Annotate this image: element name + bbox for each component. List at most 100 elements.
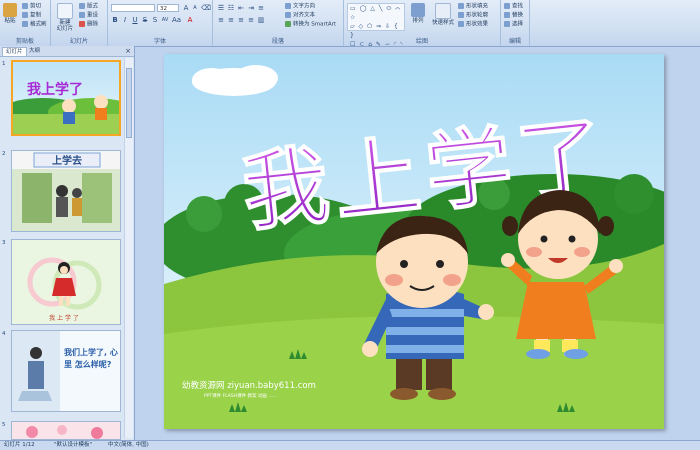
slide-thumbnail-2[interactable]: 上学去 [11,150,121,232]
panel-tabs: 幻灯片 大纲 × [0,46,134,57]
clear-format-icon[interactable]: ⌫ [201,4,211,12]
close-panel-icon[interactable]: × [125,47,131,55]
thumb5-art [12,422,120,439]
thumb4-art: 我们上学了, 心里 怎么样呢? [12,331,120,411]
italic-icon[interactable]: I [121,16,129,24]
replace-icon [504,12,510,18]
watermark-sub: PPT课件 FLASH课件 教案 动画 ...... [204,392,277,399]
bullets-icon[interactable]: ☰ [217,4,225,12]
align-center-icon[interactable]: ≡ [227,16,235,24]
delete-icon [79,21,85,27]
new-slide-icon [57,3,73,19]
grow-font-icon[interactable]: A [182,4,190,12]
line-spacing-icon[interactable]: ≡ [257,4,265,12]
paste-icon [3,3,17,17]
effects-icon [458,21,464,27]
underline-icon[interactable]: U [131,16,139,24]
clipboard-group: 粘贴 剪切 复制 格式刷 剪贴板 [0,0,51,46]
thumb1-title: 我上学了 [27,81,83,98]
new-slide-button[interactable]: 新建 幻灯片 [55,3,75,32]
text-direction-button[interactable]: 文字方向 [285,3,315,11]
increase-indent-icon[interactable]: ⇥ [247,4,255,12]
scissors-icon [22,3,28,9]
quick-styles-button[interactable]: 快速样式 [430,3,456,26]
font-color-icon[interactable]: A [186,16,194,24]
copy-button[interactable]: 复制 [22,12,41,20]
shadow-icon[interactable]: S [151,16,159,24]
find-button[interactable]: 查找 [504,3,523,11]
arrange-icon [411,3,425,17]
slides-panel: 幻灯片 大纲 × 1 我上学了 2 上学去 3 我 上 学 了 4 我们上学了,… [0,46,135,440]
editing-group: 查找 替换 选择 编辑 [501,0,530,46]
slide-artwork: 我上学了 幼教资源网 ziyuan.baby611.com PPT课件 FLAS… [164,54,664,429]
align-right-icon[interactable]: ≡ [237,16,245,24]
thumb-number: 4 [2,331,6,337]
cut-button[interactable]: 剪切 [22,3,41,11]
replace-button[interactable]: 替换 [504,12,523,20]
decrease-indent-icon[interactable]: ⇤ [237,4,245,12]
search-icon [504,3,510,9]
cloud [192,65,278,96]
change-case-icon[interactable]: Aa [172,16,181,24]
thumb2-title: 上学去 [52,154,82,167]
shape-effects-button[interactable]: 形状效果 [458,21,488,29]
numbering-icon[interactable]: ☷ [227,4,235,12]
spacing-icon[interactable]: AV [161,16,169,24]
slide-thumbnail-4[interactable]: 我们上学了, 心里 怎么样呢? [11,330,121,412]
align-text-icon [285,12,291,18]
slide-thumbnail-3[interactable]: 我 上 学 了 [11,239,121,325]
ribbon: 粘贴 剪切 复制 格式刷 剪贴板 新建 幻灯片 版式 重设 删除 幻灯片 32 … [0,0,700,48]
drawing-group: ▭ ◯ △ ╲ ⬭ ⌒ ☆ ▱ ◇ ⬠ ⇒ ⇩ { } ☐ ⊂ ⌂ ✎ ∽ ◜ ◝ … [344,0,501,48]
font-group: 32 A A ⌫ B I U S S AV Aa A 字体 [108,0,213,46]
thumb3-art: 我 上 学 了 [12,240,120,324]
paste-button[interactable]: 粘贴 [2,3,18,24]
shapes-gallery[interactable]: ▭ ◯ △ ╲ ⬭ ⌒ ☆ ▱ ◇ ⬠ ⇒ ⇩ { } ☐ ⊂ ⌂ ✎ ∽ ◜ ◝ [347,3,405,48]
drawing-label: 绘图 [415,38,428,45]
align-left-icon[interactable]: ≡ [217,16,225,24]
strikethrough-icon[interactable]: S [141,16,149,24]
panel-scrollbar[interactable] [124,58,133,438]
tab-slides[interactable]: 幻灯片 [2,47,27,56]
text-direction-icon [285,3,291,9]
thumb2-art: 上学去 [12,151,120,231]
font-size-field[interactable]: 32 [157,4,179,12]
select-button[interactable]: 选择 [504,21,523,29]
scrollbar-thumb[interactable] [126,68,132,138]
align-text-button[interactable]: 对齐文本 [285,12,315,20]
slides-label: 幻灯片 [69,38,88,45]
reset-icon [79,12,85,18]
layout-icon [79,3,85,9]
slide-canvas[interactable]: 我上学了 幼教资源网 ziyuan.baby611.com PPT课件 FLAS… [164,54,664,429]
smartart-icon [285,21,291,27]
watermark-main: 幼教资源网 ziyuan.baby611.com [182,380,316,391]
outline-icon [458,12,464,18]
cursor-icon [504,21,510,27]
brush-icon [22,21,28,27]
font-label: 字体 [153,38,166,45]
fill-icon [458,3,464,9]
shape-outline-button[interactable]: 形状轮廓 [458,12,488,20]
bold-icon[interactable]: B [111,16,119,24]
delete-button[interactable]: 删除 [79,21,98,29]
thumb-number: 5 [2,422,6,428]
smartart-button[interactable]: 转换为 SmartArt [285,21,336,29]
format-painter-button[interactable]: 格式刷 [22,21,47,29]
shape-fill-button[interactable]: 形状填充 [458,3,488,11]
thumb-number: 1 [2,61,6,67]
arrange-button[interactable]: 排列 [409,3,427,24]
justify-icon[interactable]: ≡ [247,16,255,24]
slide-thumbnail-1[interactable]: 我上学了 [11,60,121,136]
columns-icon[interactable]: ▥ [257,16,265,24]
tab-outline[interactable]: 大纲 [26,47,43,55]
layout-button[interactable]: 版式 [79,3,98,11]
thumb3-title: 我 上 学 了 [49,314,79,322]
shrink-font-icon[interactable]: A [191,4,199,12]
editing-label: 编辑 [508,38,521,45]
clipboard-label: 剪贴板 [15,38,34,45]
reset-button[interactable]: 重设 [79,12,98,20]
thumb-number: 3 [2,240,6,246]
thumb4-title: 我们上学了, 心里 怎么样呢? [64,348,118,369]
thumb1-art: 我上学了 [13,62,119,134]
slide-thumbnail-5[interactable] [11,421,121,440]
font-name-field[interactable] [111,4,155,12]
